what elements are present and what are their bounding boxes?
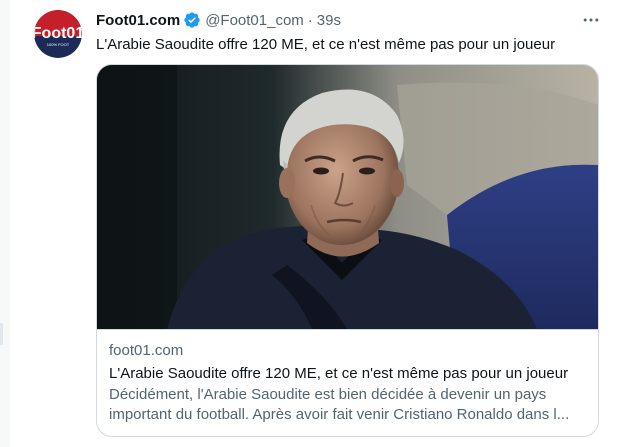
link-preview-card[interactable]: foot01.com L'Arabie Saoudite offre 120 M… xyxy=(96,64,599,437)
card-image[interactable] xyxy=(97,65,598,330)
scroll-indicator xyxy=(0,323,3,345)
tweet-timestamp[interactable]: 39s xyxy=(317,12,341,29)
author-handle[interactable]: @Foot01_com xyxy=(205,12,304,29)
card-body: foot01.com L'Arabie Saoudite offre 120 M… xyxy=(109,341,589,425)
author-display-name[interactable]: Foot01.com xyxy=(96,12,180,29)
foot01-logo-icon: Foot01 100% FOOT xyxy=(34,10,82,58)
card-title: L'Arabie Saoudite offre 120 ME, et ce n'… xyxy=(109,365,569,382)
verified-badge-icon[interactable] xyxy=(183,11,201,29)
more-dots-icon xyxy=(583,18,599,22)
tweet-view: Foot01 100% FOOT Foot01.com @Foot01_com … xyxy=(0,0,628,447)
card-photo xyxy=(97,65,598,329)
separator-dot: · xyxy=(307,11,313,29)
tweet-text: L'Arabie Saoudite offre 120 ME, et ce n'… xyxy=(96,36,556,53)
avatar-logo-text: Foot01 xyxy=(34,25,82,42)
card-description: Décidément, l'Arabie Saoudite est bien d… xyxy=(109,386,570,423)
avatar-tagline: 100% FOOT xyxy=(47,42,70,47)
tweet-header: Foot01.com @Foot01_com · 39s xyxy=(96,10,628,30)
more-options-button[interactable] xyxy=(574,6,608,34)
avatar[interactable]: Foot01 100% FOOT xyxy=(34,10,82,58)
timeline-left-edge xyxy=(0,0,10,447)
card-domain: foot01.com xyxy=(109,342,184,359)
